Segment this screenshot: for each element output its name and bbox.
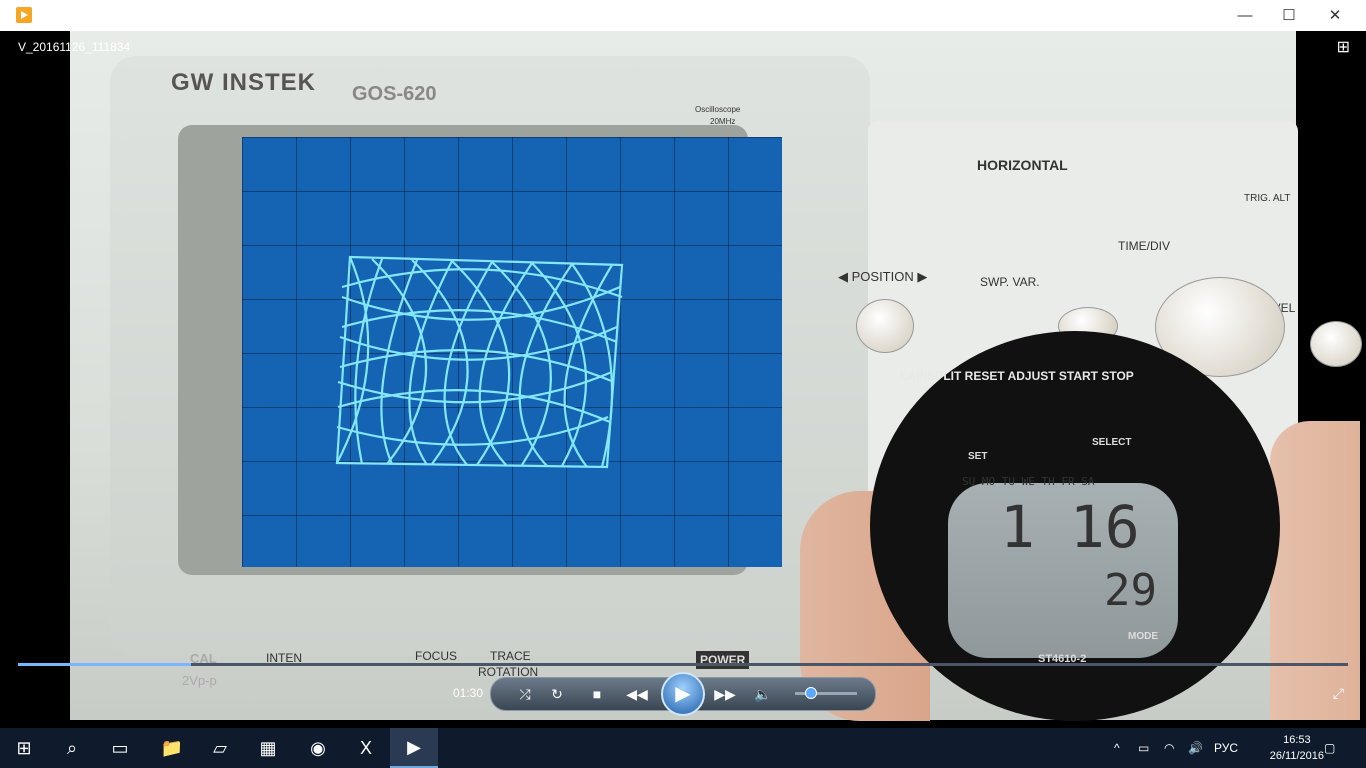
media-player: GW INSTEK GOS-620 Oscilloscope 20MHz HOR… [8, 31, 1362, 721]
volume-slider-thumb[interactable] [805, 687, 817, 699]
repeat-icon[interactable]: ↻ [545, 682, 569, 706]
level-knob [1310, 321, 1362, 367]
scope-brand: GW INSTEK [171, 69, 316, 96]
elapsed-time: 01:30 [453, 686, 484, 700]
language-indicator[interactable]: РУС [1214, 728, 1238, 768]
hand-right [1270, 421, 1360, 720]
media-player-app-icon [16, 7, 32, 23]
watch-digits-small: 29 [1104, 565, 1157, 616]
switch-to-library-icon[interactable]: ⊞ [1337, 37, 1350, 57]
tray-chevron-icon[interactable]: ^ [1114, 728, 1120, 768]
volume-icon[interactable]: 🔈 [751, 682, 775, 706]
notifications-icon[interactable]: ▢ [1324, 728, 1335, 768]
speaker-icon[interactable]: 🔊 [1188, 728, 1203, 768]
file-explorer-icon[interactable]: 📁 [148, 728, 196, 768]
watch-digits-big: 1 16 [1000, 493, 1140, 561]
clock-date: 26/11/2016 [1269, 750, 1324, 762]
power-label: POWER [696, 651, 750, 669]
start-icon[interactable]: ⊞ [0, 728, 48, 768]
scope-model: GOS-620 [352, 83, 437, 105]
shuffle-icon[interactable]: ⤮ [513, 682, 537, 706]
seek-progress [18, 663, 191, 666]
windows-taskbar: ⊞ ⌕ ▭ 📁 ▱ ▦ ◉ X ▶ ^ ▭ ◠ 🔊 РУС 16:53 26/1… [0, 728, 1366, 768]
notes-icon[interactable]: ▱ [196, 728, 244, 768]
lissajous-figure [335, 255, 624, 469]
search-icon[interactable]: ⌕ [48, 728, 96, 768]
seek-bar[interactable] [18, 663, 1348, 666]
fast-forward-icon[interactable]: ▶▶ [713, 682, 737, 706]
scope-caption-1: Oscilloscope [695, 105, 741, 114]
position-label: ◀ POSITION ▶ [838, 269, 928, 284]
window-titlebar: — ☐ ✕ [0, 0, 1366, 31]
close-button[interactable]: ✕ [1312, 0, 1358, 31]
minimize-button[interactable]: — [1222, 0, 1268, 31]
watch-select-label: SELECT [1092, 437, 1132, 448]
stop-icon[interactable]: ■ [585, 682, 609, 706]
watch-mode-label: MODE [1128, 631, 1158, 642]
maximize-button[interactable]: ☐ [1266, 0, 1312, 31]
time-div-label: TIME/DIV [1118, 239, 1171, 253]
fullscreen-icon[interactable]: ⤢ [1333, 685, 1344, 702]
battery-icon[interactable]: ▭ [1138, 728, 1149, 768]
horizontal-label: HORIZONTAL [977, 157, 1068, 173]
focus-label: FOCUS [415, 649, 457, 663]
trig-alt-label: TRIG. ALT [1244, 193, 1291, 204]
swp-var-label: SWP. VAR. [980, 275, 1040, 289]
play-button[interactable]: ▶ [661, 672, 705, 716]
trace-label: TRACE [490, 649, 531, 663]
cal-value: 2Vp-p [182, 673, 217, 688]
clock-time: 16:53 [1283, 734, 1311, 746]
play-icon: ▶ [675, 683, 691, 705]
system-clock[interactable]: 16:53 26/11/2016 [1270, 732, 1324, 764]
excel-icon[interactable]: X [342, 728, 390, 768]
watch-set-label: SET [968, 451, 988, 462]
watch-top-labels: LAP/SPLIT RESET ADJUST START STOP [900, 369, 1134, 383]
task-view-icon[interactable]: ▭ [96, 728, 144, 768]
firefox-icon[interactable]: ◉ [294, 728, 342, 768]
watch-days: SU MO TU WE TH FR SA [962, 475, 1095, 488]
rewind-icon[interactable]: ◀◀ [625, 682, 649, 706]
video-frame[interactable]: GW INSTEK GOS-620 Oscilloscope 20MHz HOR… [70, 31, 1362, 721]
calculator-icon[interactable]: ▦ [244, 728, 292, 768]
video-title: V_20161126_111834 [18, 40, 131, 54]
media-player-icon[interactable]: ▶ [390, 728, 438, 768]
wifi-icon[interactable]: ◠ [1164, 728, 1174, 768]
playback-controls: ⤮ ↻ ■ ◀◀ ▶ ▶▶ 🔈 [490, 672, 876, 716]
oscilloscope-screen [242, 137, 782, 567]
position-knob [856, 299, 914, 353]
